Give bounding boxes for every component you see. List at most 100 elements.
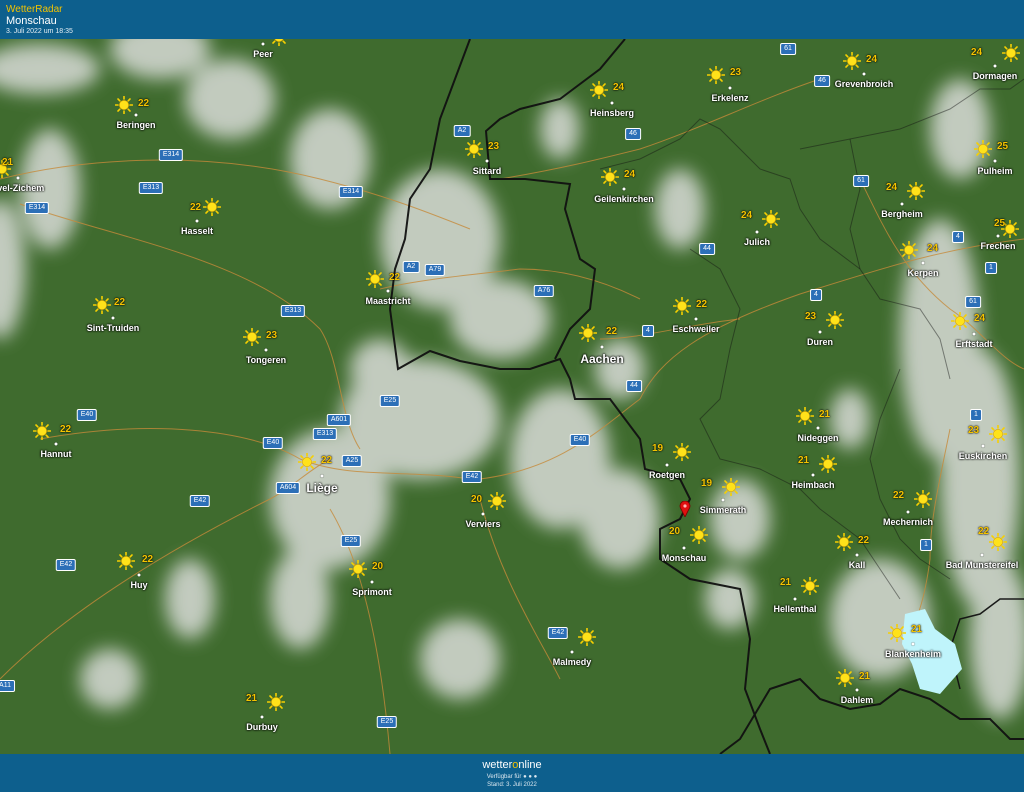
cloud-patch <box>540 99 580 159</box>
town-label[interactable]: Sint-Truiden <box>87 323 140 333</box>
town-label[interactable]: Hellenthal <box>773 604 816 614</box>
town-label[interactable]: Tongeren <box>246 355 286 365</box>
sun-icon <box>487 491 507 511</box>
temperature-label: 20 <box>372 561 384 572</box>
town-label[interactable]: Erkelenz <box>711 93 748 103</box>
town-label[interactable]: Dormagen <box>973 71 1018 81</box>
town-label[interactable]: Hannut <box>41 449 72 459</box>
road-shield: A11 <box>0 680 15 692</box>
town-dot <box>134 113 138 117</box>
town-label[interactable]: Simmerath <box>700 505 747 515</box>
temperature-label: 22 <box>696 299 708 310</box>
sun-icon <box>706 65 726 85</box>
town-label[interactable]: Roetgen <box>649 470 685 480</box>
logo-text-left: wetter <box>482 759 513 771</box>
town-label[interactable]: Maastricht <box>365 296 410 306</box>
temperature-label: 24 <box>974 313 986 324</box>
town-dot <box>370 580 374 584</box>
sun-icon <box>973 139 993 159</box>
platform-icons: ● ● ● <box>523 774 538 780</box>
town-dot <box>622 187 626 191</box>
town-label[interactable]: Malmedy <box>553 657 592 667</box>
town-label[interactable]: Aachen <box>580 352 623 366</box>
town-label[interactable]: Huy <box>130 580 147 590</box>
sun-icon <box>906 181 926 201</box>
temperature-label: 22 <box>114 297 126 308</box>
temperature-label: 23 <box>730 67 742 78</box>
town-label[interactable]: Geilenkirchen <box>594 194 654 204</box>
cloud-patch <box>655 169 705 249</box>
town-label[interactable]: Kerpen <box>907 268 938 278</box>
sun-icon <box>116 551 136 571</box>
town-label[interactable]: Duren <box>807 337 833 347</box>
town-dot <box>261 42 265 46</box>
data-stand: Stand: 3. Juli 2022 <box>487 782 537 788</box>
town-dot <box>481 512 485 516</box>
town-dot <box>855 553 859 557</box>
town-label[interactable]: Nideggen <box>797 433 838 443</box>
location-pin-icon[interactable] <box>679 500 691 518</box>
temperature-label: 22 <box>321 455 333 466</box>
town-label[interactable]: uvel-Zichem <box>0 183 44 193</box>
town-dot <box>793 597 797 601</box>
town-label[interactable]: Sittard <box>473 166 502 176</box>
temperature-label: 21 <box>859 671 871 682</box>
town-label[interactable]: Eschweiler <box>672 324 719 334</box>
town-dot <box>54 442 58 446</box>
town-label[interactable]: Grevenbroich <box>835 79 894 89</box>
town-dot <box>816 426 820 430</box>
temperature-label: 23 <box>968 425 980 436</box>
town-label[interactable]: Beringen <box>116 120 155 130</box>
weather-radar-map[interactable]: 21 Peer 22 Beringen 21 uvel-Zichem 22 Hasselt 22… <box>0 19 1024 755</box>
temperature-label: 21 <box>819 409 831 420</box>
road-shield: E40 <box>76 409 98 421</box>
temperature-label: 19 <box>652 443 664 454</box>
town-label[interactable]: Blankenheim <box>885 649 941 659</box>
road-shield: A25 <box>341 455 363 467</box>
town-label[interactable]: Bergheim <box>881 209 923 219</box>
temperature-label: 22 <box>389 272 401 283</box>
sun-icon <box>899 240 919 260</box>
town-label[interactable]: Verviers <box>465 519 500 529</box>
temperature-label: 23 <box>805 311 817 322</box>
town-label[interactable]: Monschau <box>662 553 707 563</box>
road-shield: 61 <box>853 175 869 187</box>
road-shield: A604 <box>275 482 301 494</box>
cloud-patch <box>350 339 410 399</box>
town-label[interactable]: Peer <box>253 49 273 59</box>
cloud-patch <box>270 429 390 569</box>
road-shield: 4 <box>642 325 654 337</box>
town-label[interactable]: Durbuy <box>246 722 278 732</box>
town-label[interactable]: Euskirchen <box>959 451 1008 461</box>
temperature-label: 24 <box>866 54 878 65</box>
cloud-patch <box>420 619 500 699</box>
road-shield: 1 <box>985 262 997 274</box>
town-label[interactable]: Sprimont <box>352 587 392 597</box>
town-label[interactable]: Erftstadt <box>955 339 992 349</box>
town-label[interactable]: Bad Munstereifel <box>946 560 1019 570</box>
temperature-label: 24 <box>971 47 983 58</box>
town-label[interactable]: Pulheim <box>977 166 1012 176</box>
town-label[interactable]: Frechen <box>980 241 1015 251</box>
town-label[interactable]: Julich <box>744 237 770 247</box>
temperature-label: 22 <box>138 98 150 109</box>
town-dot <box>996 234 1000 238</box>
town-label[interactable]: Liège <box>306 481 337 495</box>
cloud-patch <box>580 469 660 569</box>
town-label[interactable]: Heinsberg <box>590 108 634 118</box>
road-shield: E314 <box>338 186 364 198</box>
road-shield: 4 <box>952 231 964 243</box>
temperature-label: 24 <box>613 82 625 93</box>
sun-icon <box>577 627 597 647</box>
town-dot <box>111 316 115 320</box>
town-label[interactable]: Hasselt <box>181 226 213 236</box>
cloud-patch <box>930 79 990 179</box>
temperature-label: 22 <box>978 526 990 537</box>
wetteronline-logo[interactable]: wetteronline <box>0 759 1024 771</box>
sun-icon <box>1001 43 1021 63</box>
town-label[interactable]: Mechernich <box>883 517 933 527</box>
town-label[interactable]: Dahlem <box>841 695 874 705</box>
town-label[interactable]: Kall <box>849 560 866 570</box>
town-dot <box>485 159 489 163</box>
town-label[interactable]: Heimbach <box>791 480 834 490</box>
